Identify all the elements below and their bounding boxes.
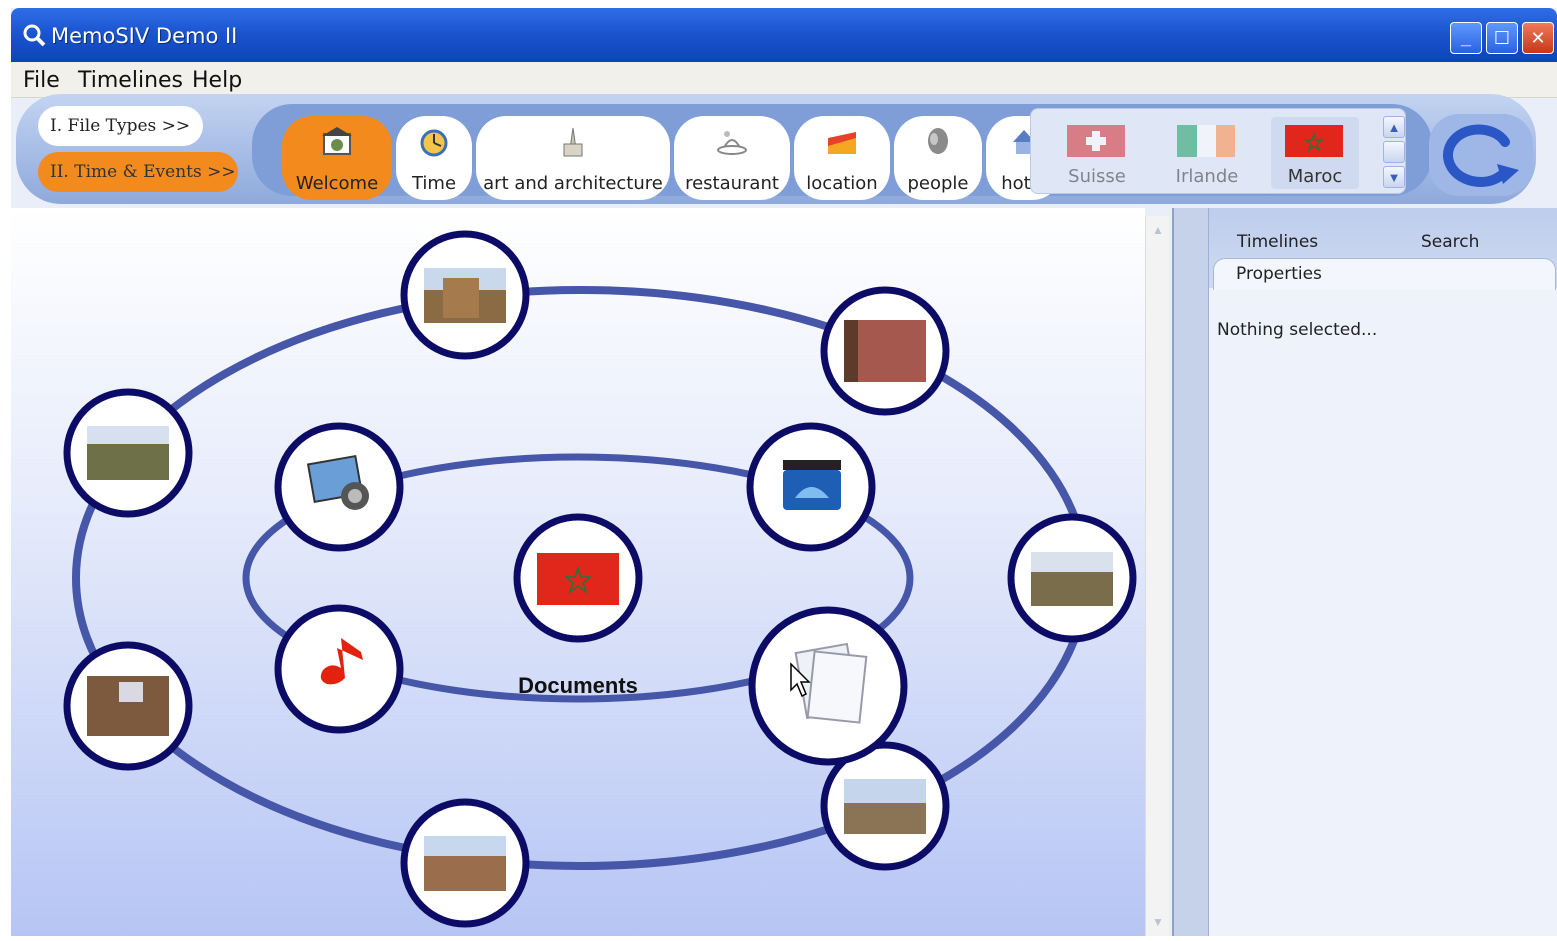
node-photo-market[interactable] xyxy=(63,641,193,771)
node-photo-wall[interactable] xyxy=(820,286,950,416)
tab-timelines[interactable]: Timelines xyxy=(1237,232,1318,252)
center-label: Documents xyxy=(518,673,638,698)
close-button[interactable]: ✕ xyxy=(1522,22,1554,54)
swiss-flag-icon xyxy=(1067,125,1125,157)
scroll-up-icon[interactable]: ▲ xyxy=(1383,116,1405,138)
flag-label: Suisse xyxy=(1068,166,1126,187)
scroll-down-icon[interactable]: ▼ xyxy=(1148,912,1168,932)
time-events-tab[interactable]: II. Time & Events >> xyxy=(38,152,238,192)
category-label: Welcome xyxy=(295,173,379,194)
minimize-icon: _ xyxy=(1460,27,1471,48)
refresh-button[interactable] xyxy=(1427,112,1535,198)
flag-maroc[interactable]: Maroc xyxy=(1271,117,1359,189)
restaurant-icon xyxy=(717,131,747,155)
scroll-up-icon[interactable]: ▲ xyxy=(1148,220,1168,240)
minimize-button[interactable]: _ xyxy=(1450,22,1482,54)
magnifier-app-icon xyxy=(23,24,46,47)
tab-search[interactable]: Search xyxy=(1421,232,1479,252)
close-icon: ✕ xyxy=(1530,27,1546,48)
category-people[interactable]: people xyxy=(894,116,982,200)
category-location[interactable]: location xyxy=(794,116,890,200)
graph-canvas[interactable]: Documents xyxy=(11,208,1145,936)
category-label: location xyxy=(806,173,878,194)
irish-flag-icon xyxy=(1177,125,1235,157)
flag-label: Maroc xyxy=(1287,166,1343,187)
title-bar[interactable]: MemoSIV Demo II _ ☐ ✕ xyxy=(11,8,1557,62)
node-photo-desert-road[interactable] xyxy=(400,798,530,928)
time-icon xyxy=(420,129,448,157)
welcome-icon xyxy=(322,127,352,155)
category-label: Time xyxy=(411,173,457,194)
flag-irlande[interactable]: Irlande xyxy=(1163,117,1251,189)
tab-properties-container[interactable]: Properties xyxy=(1213,258,1556,290)
menu-help[interactable]: Help xyxy=(192,68,242,93)
menu-timelines[interactable]: Timelines xyxy=(78,68,183,93)
node-photo-trees[interactable] xyxy=(1007,513,1137,643)
category-label: restaurant xyxy=(685,173,779,194)
category-welcome[interactable]: Welcome xyxy=(282,116,392,200)
node-documents-icon[interactable] xyxy=(748,606,908,766)
graph-svg: Documents xyxy=(63,230,1137,928)
side-tabs: Timelines Search Properties xyxy=(1209,208,1557,290)
node-photo-palm-oasis[interactable] xyxy=(63,388,193,518)
flag-label: Irlande xyxy=(1175,166,1239,187)
maximize-icon: ☐ xyxy=(1493,27,1511,48)
maximize-button[interactable]: ☐ xyxy=(1486,22,1518,54)
file-types-tab[interactable]: I. File Types >> xyxy=(38,106,203,146)
menu-file[interactable]: File xyxy=(23,68,60,93)
people-icon xyxy=(928,128,948,154)
node-music-icon[interactable] xyxy=(274,604,404,734)
node-image-icon[interactable] xyxy=(274,422,404,552)
node-center-flag[interactable] xyxy=(513,513,643,643)
node-video-icon[interactable] xyxy=(746,422,876,552)
location-icon xyxy=(828,132,856,154)
flag-scrollbar[interactable]: ▲ ▼ xyxy=(1383,116,1407,192)
moroccan-flag-icon xyxy=(1285,125,1343,157)
side-panel: Timelines Search Properties Nothing sele… xyxy=(1208,208,1557,936)
scroll-down-icon[interactable]: ▼ xyxy=(1383,166,1405,188)
menu-bar: File Timelines Help xyxy=(11,62,1557,98)
flag-strip: Suisse Irlande Maroc xyxy=(1030,108,1406,194)
category-label: people xyxy=(907,173,969,194)
tab-properties[interactable]: Properties xyxy=(1236,264,1322,284)
properties-empty-text: Nothing selected... xyxy=(1217,320,1378,340)
category-restaurant[interactable]: restaurant xyxy=(674,116,790,200)
panel-splitter[interactable] xyxy=(1172,208,1208,936)
flag-suisse[interactable]: Suisse xyxy=(1053,117,1141,189)
category-art-architecture[interactable]: art and architecture xyxy=(476,116,670,200)
category-time[interactable]: Time xyxy=(396,116,472,200)
canvas-scrollbar[interactable]: ▲ ▼ xyxy=(1145,216,1169,936)
node-photo-kasbah[interactable] xyxy=(400,230,530,360)
architecture-icon xyxy=(563,127,583,157)
window-title: MemoSIV Demo II xyxy=(51,24,238,48)
scroll-thumb[interactable] xyxy=(1383,141,1405,163)
category-label: art and architecture xyxy=(483,173,663,194)
